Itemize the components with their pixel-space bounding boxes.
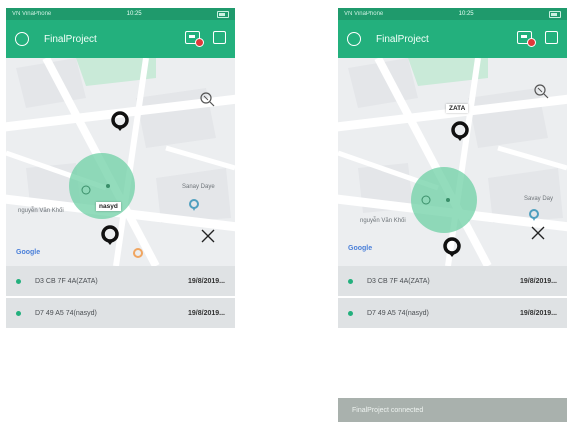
- status-dot-icon: [348, 310, 353, 316]
- clock-text: 10:25: [126, 11, 142, 17]
- circle-icon[interactable]: [347, 32, 361, 46]
- device-date: 19/8/2019...: [188, 277, 225, 285]
- map-street-label: nguyễn Văn Khối: [360, 218, 406, 224]
- list-item[interactable]: D7 49 A5 74(nasyd) 19/8/2019...: [6, 298, 235, 330]
- device-id: D7 49 A5 74(nasyd): [35, 309, 97, 317]
- app-title: FinalProject: [44, 33, 97, 45]
- google-logo: Google: [348, 245, 373, 252]
- app-title: FinalProject: [376, 33, 429, 45]
- status-dot-icon: [16, 310, 21, 316]
- map-canvas: [6, 58, 235, 266]
- device-id: D3 CB 7F 4A(ZATA): [35, 277, 98, 285]
- pin-label: nasyd: [96, 202, 121, 211]
- phone-screen-left: VN VinaPhone 10:25 FinalProject nasyd Sa…: [6, 8, 235, 330]
- clock-text: 10:25: [458, 11, 474, 17]
- app-bar: FinalProject: [338, 20, 567, 58]
- square-icon[interactable]: [545, 31, 558, 44]
- battery-icon: [549, 10, 561, 18]
- map-canvas: [338, 58, 567, 266]
- device-date: 19/8/2019...: [520, 277, 557, 285]
- carrier-text: VN VinaPhone: [12, 11, 52, 17]
- device-record-icon[interactable]: [185, 31, 204, 47]
- pin-label: ZATA: [446, 104, 469, 113]
- snackbar: FinalProject connected: [338, 398, 567, 422]
- map-view[interactable]: nasyd Sanay Daye nguyễn Văn Khối Google: [6, 58, 235, 266]
- phone-screen-right: VN VinaPhone 10:25 FinalProject ZATA Sav…: [338, 8, 567, 330]
- status-bar: VN VinaPhone 10:25: [6, 8, 235, 20]
- device-id: D3 CB 7F 4A(ZATA): [367, 277, 430, 285]
- list-item[interactable]: D3 CB 7F 4A(ZATA) 19/8/2019...: [338, 266, 567, 298]
- status-dot-icon: [16, 278, 21, 284]
- map-view[interactable]: ZATA Savay Day nguyễn Văn Khối Google: [338, 58, 567, 266]
- device-list: D3 CB 7F 4A(ZATA) 19/8/2019... D7 49 A5 …: [338, 266, 567, 330]
- device-record-icon[interactable]: [517, 31, 536, 47]
- device-list: D3 CB 7F 4A(ZATA) 19/8/2019... D7 49 A5 …: [6, 266, 235, 330]
- google-logo: Google: [16, 249, 41, 256]
- status-bar: VN VinaPhone 10:25: [338, 8, 567, 20]
- map-place-label: Sanay Daye: [182, 184, 215, 190]
- map-place-label: Savay Day: [524, 196, 554, 202]
- app-bar: FinalProject: [6, 20, 235, 58]
- square-icon[interactable]: [213, 31, 226, 44]
- status-dot-icon: [348, 278, 353, 284]
- map-street-label: nguyễn Văn Khối: [18, 208, 64, 214]
- device-date: 19/8/2019...: [520, 309, 557, 317]
- device-date: 19/8/2019...: [188, 309, 225, 317]
- snackbar-text: FinalProject connected: [352, 406, 424, 414]
- list-item[interactable]: D3 CB 7F 4A(ZATA) 19/8/2019...: [6, 266, 235, 298]
- battery-icon: [217, 10, 229, 18]
- circle-icon[interactable]: [15, 32, 29, 46]
- list-item[interactable]: D7 49 A5 74(nasyd) 19/8/2019...: [338, 298, 567, 330]
- device-id: D7 49 A5 74(nasyd): [367, 309, 429, 317]
- carrier-text: VN VinaPhone: [344, 11, 384, 17]
